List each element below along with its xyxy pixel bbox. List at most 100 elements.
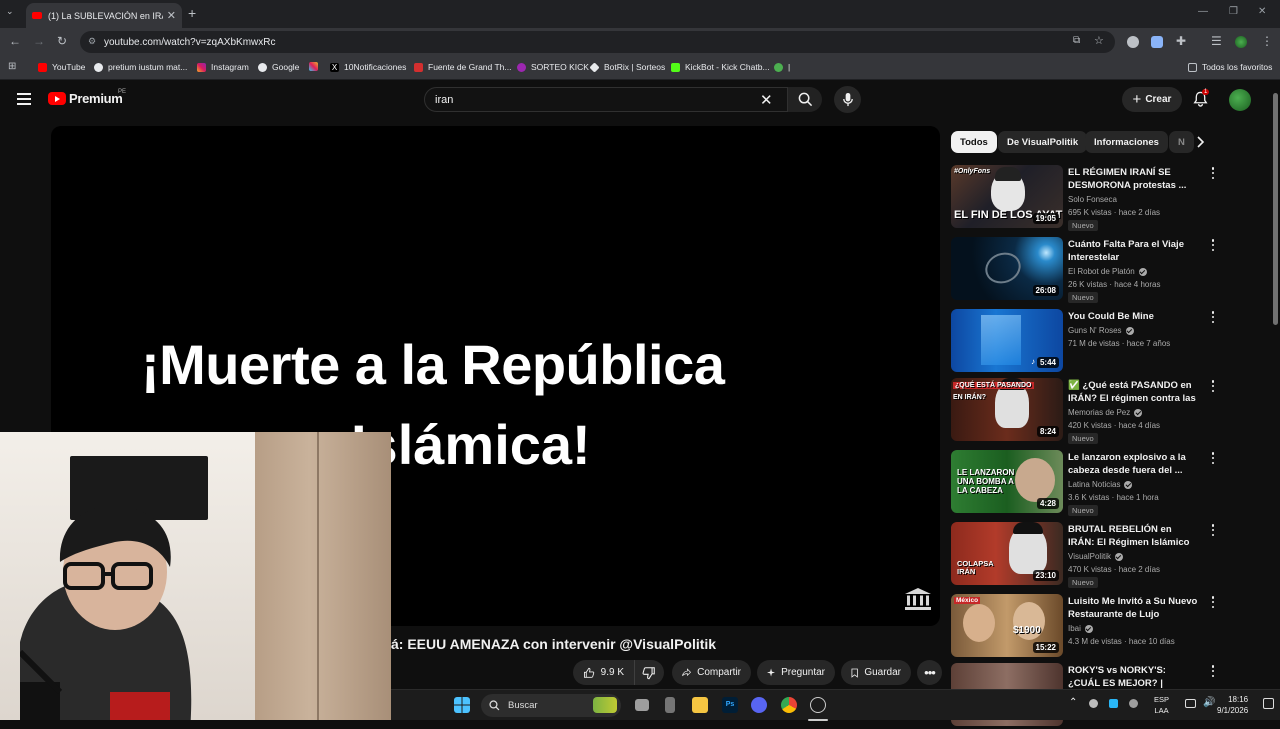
more-actions-button[interactable]: ••• <box>917 660 942 685</box>
obs-icon[interactable] <box>810 697 826 713</box>
photoshop-icon[interactable]: Ps <box>722 697 738 713</box>
video-thumbnail[interactable]: ¿QUÉ ESTÁ PASANDO EN IRÁN? 8:24 <box>951 378 1063 441</box>
notification-center-icon[interactable] <box>1263 698 1274 709</box>
page-scrollbar[interactable] <box>1271 81 1280 720</box>
chip-more[interactable]: N <box>1169 131 1194 153</box>
clear-search-icon[interactable]: ✕ <box>760 91 773 109</box>
chevron-up-icon[interactable]: ⌃ <box>1069 697 1077 708</box>
chip-de-visualpolitik[interactable]: De VisualPolitik <box>998 131 1088 153</box>
video-thumbnail[interactable]: 26:08 <box>951 237 1063 300</box>
tray-app-icon[interactable] <box>1089 699 1098 708</box>
taskbar-clock[interactable]: 18:16 9/1/2026 <box>1217 694 1248 716</box>
guide-menu-icon[interactable] <box>17 93 31 105</box>
recommendation-title[interactable]: You Could Be Mine <box>1068 310 1200 323</box>
windows-start-icon[interactable] <box>454 697 470 713</box>
close-window-icon[interactable]: ✕ <box>1258 6 1266 17</box>
more-options-icon[interactable] <box>1210 665 1216 679</box>
more-options-icon[interactable] <box>1210 524 1216 538</box>
task-view-icon[interactable] <box>635 699 649 711</box>
forward-icon[interactable]: → <box>33 34 45 48</box>
bookmark-botrix[interactable]: BotRix | Sorteos <box>589 61 665 73</box>
input-language[interactable]: ESP LAA <box>1154 694 1169 716</box>
monitor-icon[interactable] <box>1185 699 1196 708</box>
like-button[interactable]: 9.9 K <box>573 660 634 685</box>
create-button[interactable]: + Crear <box>1122 87 1182 112</box>
recommendation-item[interactable]: México $1900 15:22 Luisito Me Invitó a S… <box>951 594 1221 660</box>
tab-list-chevron-icon[interactable]: ⌄ <box>6 6 14 17</box>
channel-name[interactable]: Solo Fonseca <box>1068 195 1117 204</box>
bookmark-sorteo-kick[interactable]: SORTEO KICK <box>517 62 589 72</box>
address-bar[interactable]: ⚙ youtube.com/watch?v=zqAXbKmwxRc ⧉ ☆ <box>80 31 1115 53</box>
video-thumbnail[interactable]: #OnlyFons EL FIN DE LOS AYAT 19:05 <box>951 165 1063 228</box>
app-icon[interactable] <box>665 697 675 713</box>
bookmark-google[interactable]: Google <box>258 62 299 72</box>
extension-icon[interactable] <box>1151 36 1163 48</box>
recommendation-item[interactable]: ¿QUÉ ESTÁ PASANDO EN IRÁN? 8:24 ✅ ¿Qué e… <box>951 378 1221 444</box>
dislike-button[interactable] <box>634 660 664 685</box>
bookmark-10notificaciones[interactable]: X 10Notificaciones <box>330 62 406 72</box>
extensions-puzzle-icon[interactable]: ✚ <box>1176 34 1186 48</box>
restore-icon[interactable]: ❐ <box>1229 6 1238 17</box>
notifications-button[interactable]: 1 <box>1193 89 1210 112</box>
minimize-icon[interactable]: — <box>1198 6 1208 17</box>
recommendation-item[interactable]: LE LANZARON UNA BOMBA A LA CABEZA 4:28 L… <box>951 450 1221 516</box>
video-thumbnail[interactable]: ♪ 5:44 <box>951 309 1063 372</box>
taskbar-search-input[interactable]: Buscar <box>481 694 621 717</box>
recommendation-item[interactable]: COLAPSA IRÁN 23:10 BRUTAL REBELIÓN en IR… <box>951 522 1221 588</box>
search-input[interactable]: iran <box>424 87 788 112</box>
apps-grid-icon[interactable]: ⊞ <box>8 61 16 72</box>
video-thumbnail[interactable]: LE LANZARON UNA BOMBA A LA CABEZA 4:28 <box>951 450 1063 513</box>
discord-icon[interactable] <box>751 697 767 713</box>
tray-app-icon[interactable] <box>1109 699 1118 708</box>
scrollbar-thumb[interactable] <box>1273 93 1278 325</box>
youtube-premium-logo[interactable]: Premium PE <box>48 89 126 106</box>
profile-avatar-icon[interactable] <box>1235 36 1247 48</box>
bookmark-youtube[interactable]: YouTube <box>38 62 85 72</box>
recommendation-title[interactable]: EL RÉGIMEN IRANÍ SE DESMORONA protestas … <box>1068 166 1200 192</box>
install-app-icon[interactable]: ⧉ <box>1073 35 1080 46</box>
recommendation-title[interactable]: Le lanzaron explosivo a la cabeza desde … <box>1068 451 1200 477</box>
browser-tab-active[interactable]: (1) La SUBLEVACIÓN en IRÁN s ✕ <box>26 3 182 28</box>
ask-button[interactable]: Preguntar <box>757 660 835 685</box>
new-tab-icon[interactable]: + <box>188 5 196 21</box>
back-icon[interactable]: ← <box>9 34 21 48</box>
recommendation-item[interactable]: #OnlyFons EL FIN DE LOS AYAT 19:05 EL RÉ… <box>951 165 1221 231</box>
bookmark-grand-theft[interactable]: Fuente de Grand Th... <box>414 62 511 72</box>
chip-informaciones[interactable]: Informaciones <box>1085 131 1168 153</box>
channel-name[interactable]: Guns N' Roses <box>1068 326 1134 335</box>
channel-name[interactable]: El Robot de Platón <box>1068 267 1147 276</box>
recommendation-item[interactable]: 26:08 Cuánto Falta Para el Viaje Interes… <box>951 237 1221 303</box>
more-options-icon[interactable] <box>1210 380 1216 394</box>
channel-name[interactable]: VisualPolitik <box>1068 552 1123 561</box>
recommendation-title[interactable]: ✅ ¿Qué está PASANDO en IRÁN? El régimen … <box>1068 379 1200 405</box>
chrome-icon[interactable] <box>781 697 797 713</box>
all-bookmarks[interactable]: Todos los favoritos <box>1188 62 1272 72</box>
more-options-icon[interactable] <box>1210 596 1216 610</box>
more-options-icon[interactable] <box>1210 239 1216 253</box>
bookmark-star-icon[interactable]: ☆ <box>1094 34 1104 47</box>
bookmark-slack[interactable] <box>309 62 323 71</box>
share-button[interactable]: Compartir <box>672 660 751 685</box>
chip-all[interactable]: Todos <box>951 131 997 153</box>
account-avatar[interactable] <box>1229 89 1251 111</box>
extension-icon[interactable] <box>1127 36 1139 48</box>
search-button[interactable] <box>788 87 822 112</box>
file-explorer-icon[interactable] <box>692 697 708 713</box>
video-thumbnail[interactable]: COLAPSA IRÁN 23:10 <box>951 522 1063 585</box>
reload-icon[interactable]: ↻ <box>57 34 67 48</box>
bookmark-extra[interactable]: | <box>774 62 790 72</box>
recommendation-item[interactable]: ♪ 5:44 You Could Be Mine Guns N' Roses 7… <box>951 309 1221 375</box>
channel-name[interactable]: Ibai <box>1068 624 1093 633</box>
close-tab-icon[interactable]: ✕ <box>167 9 176 22</box>
reading-list-icon[interactable]: ☰ <box>1211 34 1222 48</box>
more-options-icon[interactable] <box>1210 167 1216 181</box>
recommendation-title[interactable]: BRUTAL REBELIÓN en IRÁN: El Régimen Islá… <box>1068 523 1200 549</box>
video-thumbnail[interactable]: México $1900 15:22 <box>951 594 1063 657</box>
channel-name[interactable]: Memorias de Pez <box>1068 408 1143 417</box>
tray-mic-icon[interactable] <box>1129 699 1138 708</box>
more-options-icon[interactable] <box>1210 452 1216 466</box>
channel-name[interactable]: Latina Noticias <box>1068 480 1133 489</box>
channel-watermark-icon[interactable] <box>904 587 932 611</box>
chevron-right-icon[interactable] <box>1196 135 1205 153</box>
voice-search-button[interactable] <box>834 86 861 113</box>
